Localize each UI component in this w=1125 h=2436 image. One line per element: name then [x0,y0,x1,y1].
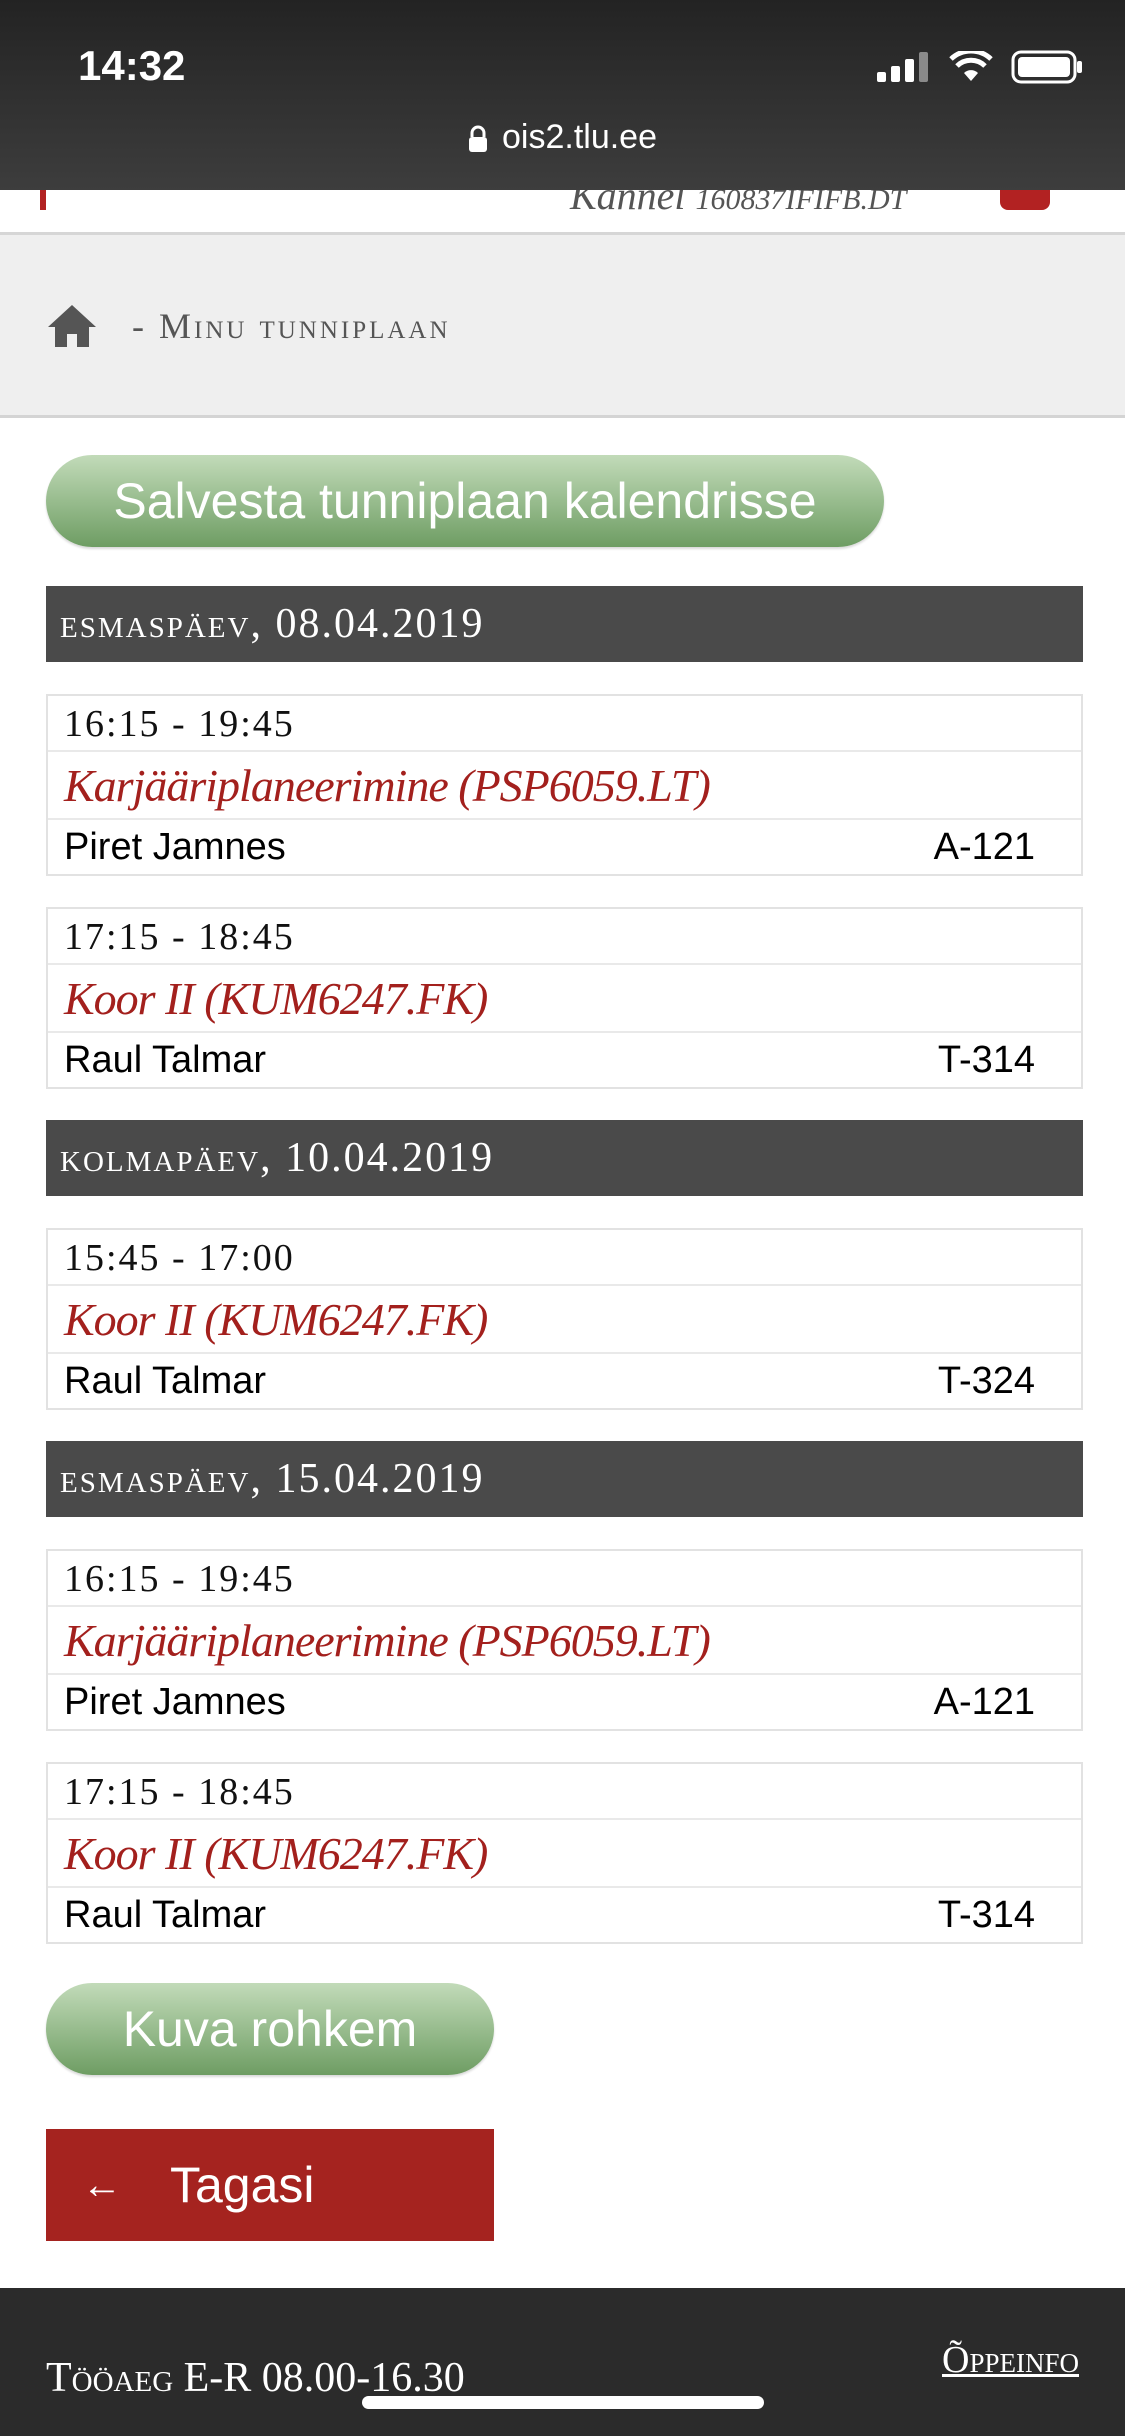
user-code: 160837IFIFB.DT [695,190,907,216]
breadcrumb: - Minu tunniplaan [0,235,1125,418]
lesson-room: A-121 [933,1681,1035,1723]
address-bar[interactable]: ois2.tlu.ee [0,118,1125,157]
lesson-time: 17:15 - 18:45 [48,1764,1081,1820]
lesson-time: 15:45 - 17:00 [48,1230,1081,1286]
arrow-left-icon: ← [82,2162,122,2207]
cellular-signal-icon [877,52,928,82]
day-header: esmaspäev, 15.04.2019 [46,1441,1083,1517]
lesson-info: Raul Talmar T-314 [48,1888,1081,1942]
breadcrumb-title: Minu tunniplaan [159,306,451,346]
home-indicator[interactable] [362,2396,764,2409]
url-text: ois2.tlu.ee [502,118,657,156]
lesson-info: Raul Talmar T-314 [48,1033,1081,1087]
show-more-button[interactable]: Kuva rohkem [46,1983,494,2075]
lesson-course[interactable]: Karjääriplaneerimine (PSP6059.LT) [48,1607,1081,1675]
lesson-card[interactable]: 17:15 - 18:45 Koor II (KUM6247.FK) Raul … [46,1762,1083,1944]
lesson-teacher: Raul Talmar [64,1039,267,1081]
lesson-card[interactable]: 16:15 - 19:45 Karjääriplaneerimine (PSP6… [46,1549,1083,1731]
day-name: kolmapäev [60,1135,261,1181]
logo-fragment [0,190,46,210]
working-hours-label: Tööaeg [46,2355,174,2401]
status-icons [877,50,1083,84]
back-button-label: Tagasi [170,2157,315,2213]
day-date: , 08.04.2019 [250,601,485,647]
footer: Tööaeg E-R 08.00-16.30 Õppeinfo [0,2288,1125,2436]
lesson-teacher: Piret Jamnes [64,1681,286,1723]
lesson-room: A-121 [933,826,1035,868]
user-info: Kannel 160837IFIFB.DT [570,190,906,219]
study-info-link[interactable]: Õppeinfo [942,2338,1079,2382]
lesson-room: T-324 [937,1360,1035,1402]
lesson-teacher: Raul Talmar [64,1360,267,1402]
battery-icon [1011,50,1082,84]
back-button[interactable]: ← Tagasi [46,2129,494,2241]
lesson-time: 16:15 - 19:45 [48,696,1081,752]
breadcrumb-separator: - [132,306,147,346]
home-icon[interactable] [46,303,98,349]
working-hours: Tööaeg E-R 08.00-16.30 [46,2354,465,2402]
status-bar: 14:32 ois2.tlu.ee [0,0,1125,190]
clock: 14:32 [78,42,186,89]
lesson-course[interactable]: Koor II (KUM6247.FK) [48,1820,1081,1888]
lesson-course[interactable]: Koor II (KUM6247.FK) [48,965,1081,1033]
lesson-card[interactable]: 16:15 - 19:45 Karjääriplaneerimine (PSP6… [46,694,1083,876]
lesson-room: T-314 [937,1894,1035,1936]
user-name: Kannel [570,190,686,218]
lesson-time: 16:15 - 19:45 [48,1551,1081,1607]
day-name: esmaspäev [60,1456,251,1502]
lesson-teacher: Piret Jamnes [64,826,286,868]
site-header: Kannel 160837IFIFB.DT [0,190,1125,235]
lesson-time: 17:15 - 18:45 [48,909,1081,965]
day-header: kolmapäev, 10.04.2019 [46,1120,1083,1196]
menu-button[interactable] [1000,190,1050,210]
save-to-calendar-button[interactable]: Salvesta tunniplaan kalendrisse [46,455,884,547]
day-header: esmaspäev, 08.04.2019 [46,586,1083,662]
day-date: , 10.04.2019 [260,1135,495,1181]
lesson-room: T-314 [937,1039,1035,1081]
lesson-teacher: Raul Talmar [64,1894,267,1936]
page-title: - Minu tunniplaan [132,305,451,347]
lesson-info: Piret Jamnes A-121 [48,1675,1081,1729]
lesson-card[interactable]: 15:45 - 17:00 Koor II (KUM6247.FK) Raul … [46,1228,1083,1410]
lesson-info: Raul Talmar T-324 [48,1354,1081,1408]
wifi-icon [949,51,993,81]
lesson-card[interactable]: 17:15 - 18:45 Koor II (KUM6247.FK) Raul … [46,907,1083,1089]
lock-icon [469,125,487,153]
day-date: , 15.04.2019 [250,1456,485,1502]
lesson-info: Piret Jamnes A-121 [48,820,1081,874]
lesson-course[interactable]: Koor II (KUM6247.FK) [48,1286,1081,1354]
lesson-course[interactable]: Karjääriplaneerimine (PSP6059.LT) [48,752,1081,820]
day-name: esmaspäev [60,601,251,647]
working-hours-value: E-R 08.00-16.30 [183,2355,465,2401]
